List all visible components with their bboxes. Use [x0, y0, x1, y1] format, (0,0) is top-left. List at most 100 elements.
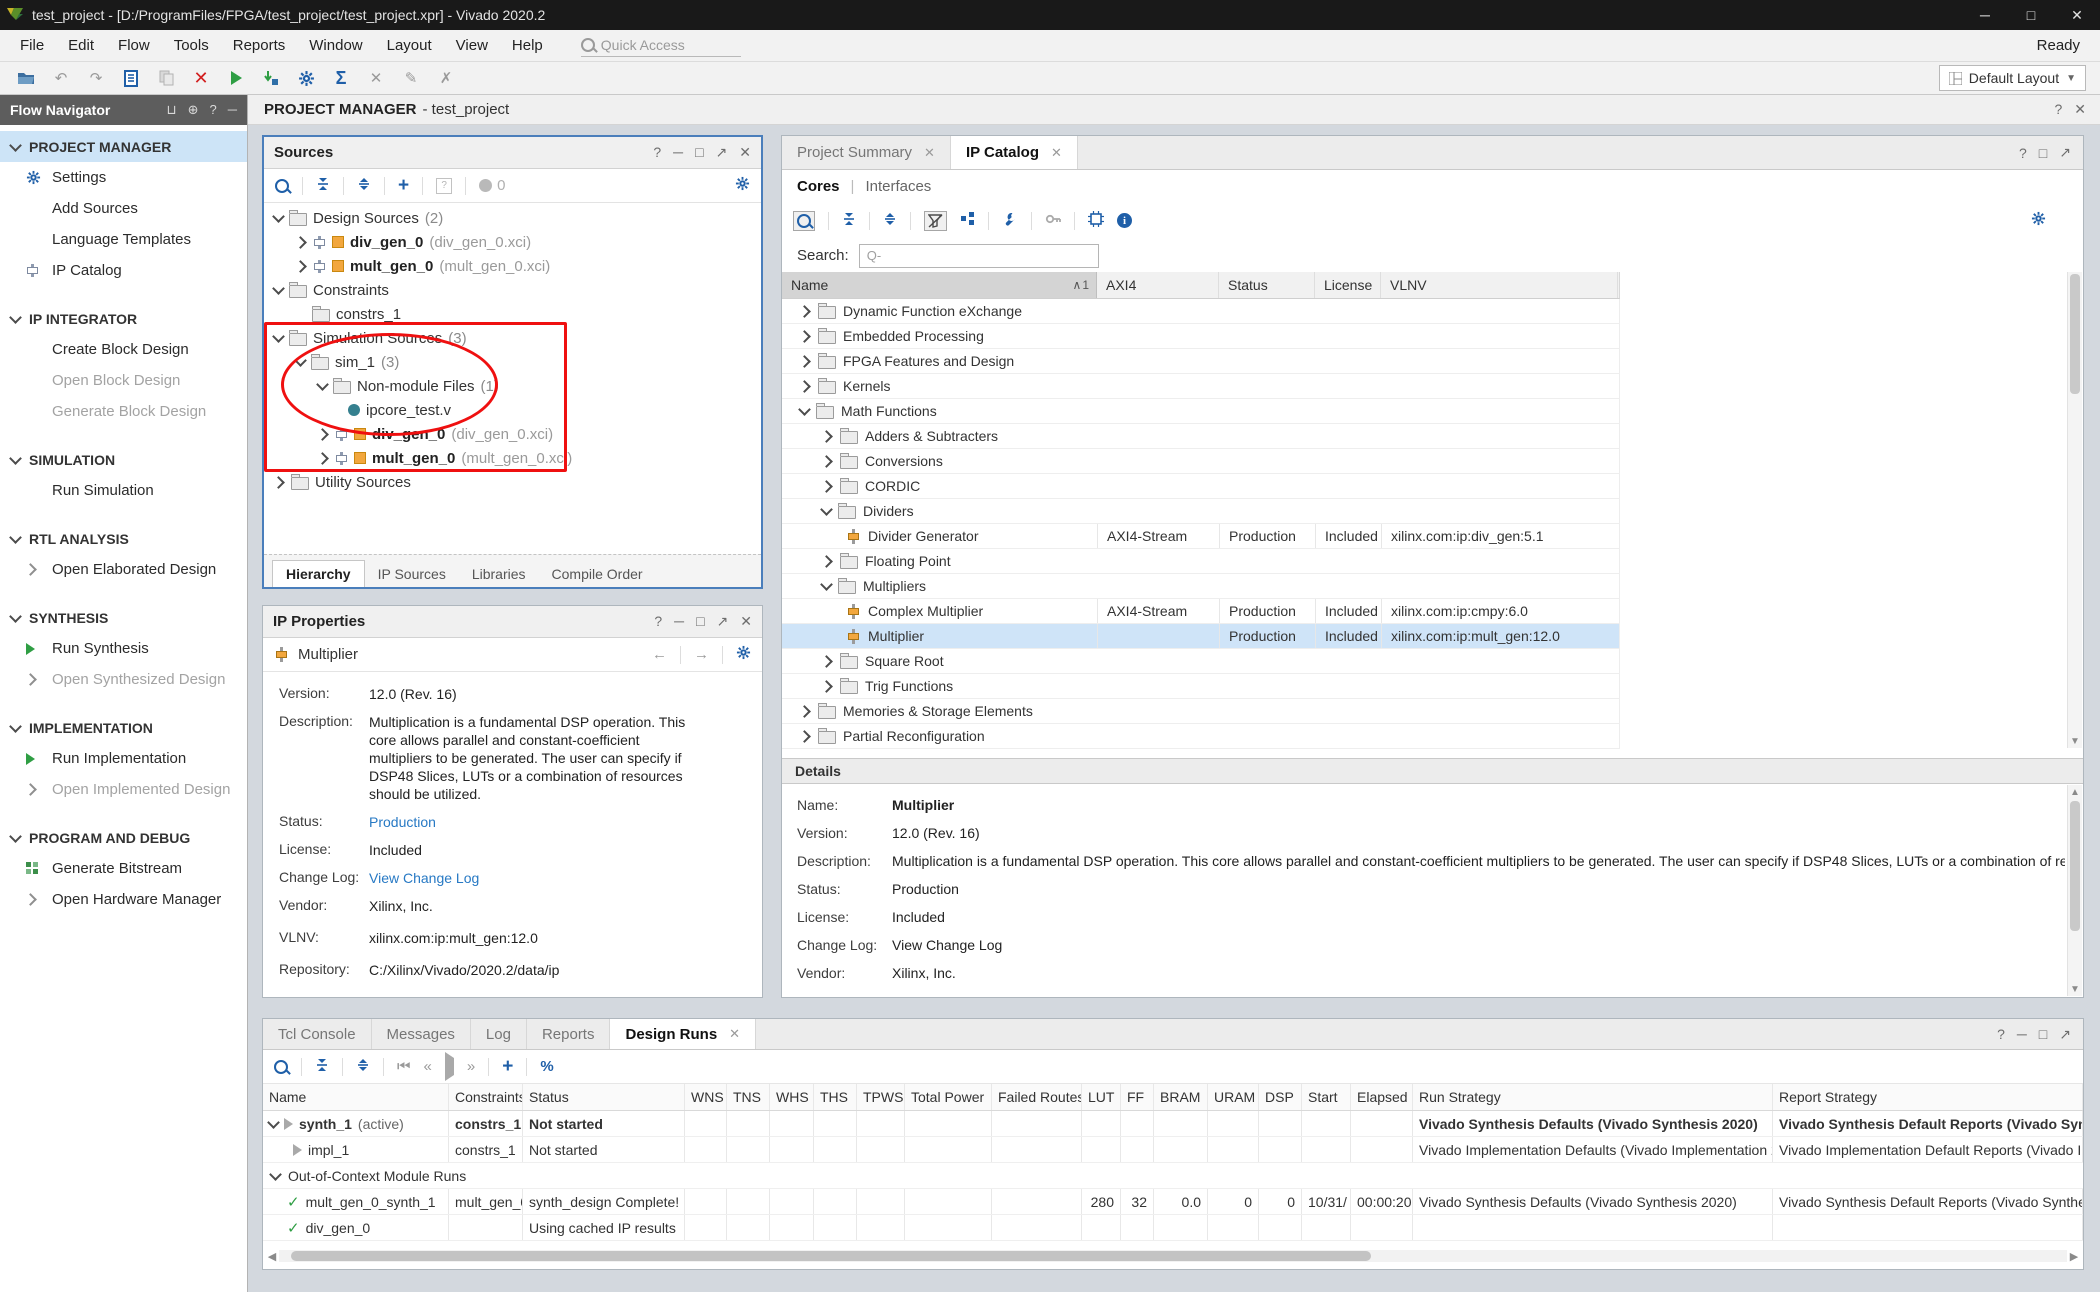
chevron-right-icon[interactable] — [294, 260, 307, 273]
column-header[interactable]: Name — [263, 1084, 449, 1110]
menu-reports[interactable]: Reports — [221, 37, 298, 54]
catalog-row[interactable]: Partial Reconfiguration — [782, 724, 1620, 749]
collapse-all-icon[interactable] — [315, 1058, 329, 1076]
catalog-row-complex-multiplier[interactable]: Complex Multiplier AXI4-Stream Productio… — [782, 599, 1620, 624]
column-header[interactable]: Total Power — [905, 1084, 992, 1110]
column-header[interactable]: THS — [814, 1084, 857, 1110]
help-icon[interactable]: ? — [2019, 145, 2027, 161]
chevron-right-icon[interactable] — [820, 455, 833, 468]
chevron-right-icon[interactable] — [820, 430, 833, 443]
catalog-row[interactable]: Conversions — [782, 449, 1620, 474]
tree-item-sim-mult-gen-0[interactable]: mult_gen_0(mult_gen_0.xci) — [264, 446, 761, 470]
catalog-row[interactable]: Kernels — [782, 374, 1620, 399]
expand-all-icon[interactable] — [356, 1058, 370, 1076]
tab-compile-order[interactable]: Compile Order — [539, 561, 656, 587]
scroll-left-icon[interactable]: ◀ — [265, 1249, 279, 1263]
sidebar-section-rtl-analysis[interactable]: RTL ANALYSIS — [0, 523, 247, 554]
run-row-synth-1[interactable]: synth_1 (active) constrs_1 Not started V… — [263, 1111, 2083, 1137]
catalog-row[interactable]: Floating Point — [782, 549, 1620, 574]
tab-ip-catalog[interactable]: IP Catalog ✕ — [951, 136, 1078, 169]
column-header[interactable]: Failed Routes — [992, 1084, 1082, 1110]
catalog-row[interactable]: FPGA Features and Design — [782, 349, 1620, 374]
tab-ip-sources[interactable]: IP Sources — [365, 561, 459, 587]
sidebar-section-ip-integrator[interactable]: IP INTEGRATOR — [0, 303, 247, 334]
column-header[interactable]: URAM — [1208, 1084, 1259, 1110]
expand-all-icon[interactable]: ⊕ — [188, 102, 199, 118]
help-icon[interactable]: ? — [210, 102, 217, 118]
scrollbar-thumb[interactable] — [291, 1251, 1371, 1261]
minimize-panel-icon[interactable]: ─ — [673, 144, 683, 161]
sidebar-item-open-elaborated-design[interactable]: Open Elaborated Design — [0, 554, 247, 585]
help-icon[interactable]: ? — [2054, 101, 2062, 118]
column-header[interactable]: Start — [1302, 1084, 1351, 1110]
minimize-window-icon[interactable]: ─ — [1962, 0, 2008, 30]
default-layout-dropdown[interactable]: Default Layout ▼ — [1939, 65, 2086, 91]
column-header-name[interactable]: Name ∧1 — [782, 272, 1097, 298]
quick-access-input[interactable]: Quick Access — [581, 34, 741, 57]
tab-log[interactable]: Log — [471, 1019, 527, 1049]
sidebar-item-run-simulation[interactable]: Run Simulation — [0, 475, 247, 506]
view-change-log-link[interactable]: View Change Log — [369, 869, 704, 887]
sidebar-section-program-and-debug[interactable]: PROGRAM AND DEBUG — [0, 822, 247, 853]
detail-status-link[interactable]: Production — [892, 881, 959, 897]
open-folder-icon[interactable] — [16, 68, 36, 88]
scroll-right-icon[interactable]: ▶ — [2067, 1249, 2081, 1263]
catalog-row[interactable]: Memories & Storage Elements — [782, 699, 1620, 724]
column-header[interactable]: Report Strategy — [1773, 1084, 2083, 1110]
menu-file[interactable]: File — [8, 37, 56, 54]
run-row-div-gen-0[interactable]: ✓ div_gen_0 Using cached IP results — [263, 1215, 2083, 1241]
sidebar-item-run-implementation[interactable]: Run Implementation — [0, 743, 247, 774]
chevron-down-icon[interactable] — [820, 578, 833, 591]
run-row-impl-1[interactable]: impl_1 constrs_1 Not started Vivado Impl… — [263, 1137, 2083, 1163]
tree-item-utility-sources[interactable]: Utility Sources — [264, 470, 761, 494]
collapse-all-icon[interactable] — [316, 177, 330, 195]
close-tab-icon[interactable]: ✕ — [1051, 145, 1062, 161]
close-panel-icon[interactable]: ✕ — [740, 613, 752, 630]
catalog-row[interactable]: Square Root — [782, 649, 1620, 674]
float-panel-icon[interactable]: □ — [695, 144, 703, 161]
expand-all-icon[interactable] — [883, 212, 897, 230]
scroll-up-icon[interactable]: ▲ — [2068, 785, 2082, 799]
chevron-down-icon[interactable] — [820, 503, 833, 516]
sidebar-item-run-synthesis[interactable]: Run Synthesis — [0, 633, 247, 664]
column-header[interactable]: Run Strategy — [1413, 1084, 1773, 1110]
help-icon[interactable]: ? — [1997, 1026, 2005, 1042]
chevron-right-icon[interactable] — [272, 476, 285, 489]
sum-report-icon[interactable]: Σ — [331, 68, 351, 88]
chevron-right-icon[interactable] — [798, 730, 811, 743]
sidebar-section-simulation[interactable]: SIMULATION — [0, 444, 247, 475]
forward-arrow-icon[interactable]: → — [694, 646, 709, 663]
tree-item-div-gen-0[interactable]: div_gen_0(div_gen_0.xci) — [264, 230, 761, 254]
menu-help[interactable]: Help — [500, 37, 555, 54]
chevron-right-icon[interactable] — [820, 680, 833, 693]
catalog-row-multipliers[interactable]: Multipliers — [782, 574, 1620, 599]
column-header[interactable]: TNS — [727, 1084, 770, 1110]
float-panel-icon[interactable]: □ — [696, 613, 704, 630]
tree-item-design-sources[interactable]: Design Sources(2) — [264, 206, 761, 230]
chevron-down-icon[interactable] — [316, 378, 329, 391]
gear-icon[interactable] — [736, 645, 751, 664]
delete-icon[interactable]: ✕ — [191, 68, 211, 88]
tab-project-summary[interactable]: Project Summary ✕ — [782, 136, 951, 169]
tab-hierarchy[interactable]: Hierarchy — [272, 560, 365, 587]
column-header[interactable]: WHS — [770, 1084, 814, 1110]
device-chip-icon[interactable] — [1088, 211, 1104, 231]
close-tab-icon[interactable]: ✕ — [924, 145, 935, 161]
info-icon[interactable]: i — [1117, 213, 1132, 228]
chevron-down-icon[interactable] — [267, 1116, 280, 1129]
chevron-down-icon[interactable] — [272, 282, 285, 295]
sidebar-item-language-templates[interactable]: Language Templates — [0, 224, 247, 255]
undo-icon[interactable]: ↶ — [51, 68, 71, 88]
chevron-right-icon[interactable] — [316, 428, 329, 441]
chevron-right-icon[interactable] — [798, 380, 811, 393]
report-doc-icon[interactable] — [121, 68, 141, 88]
column-header[interactable]: DSP — [1259, 1084, 1302, 1110]
close-window-icon[interactable]: ✕ — [2054, 0, 2100, 30]
minimize-panel-icon[interactable]: ─ — [674, 613, 684, 630]
menu-edit[interactable]: Edit — [56, 37, 106, 54]
detail-change-log-link[interactable]: View Change Log — [892, 937, 1002, 953]
scroll-down-icon[interactable]: ▼ — [2068, 734, 2082, 748]
column-header[interactable]: Elapsed — [1351, 1084, 1413, 1110]
chevron-down-icon[interactable] — [272, 330, 285, 343]
chevron-right-icon[interactable] — [798, 355, 811, 368]
